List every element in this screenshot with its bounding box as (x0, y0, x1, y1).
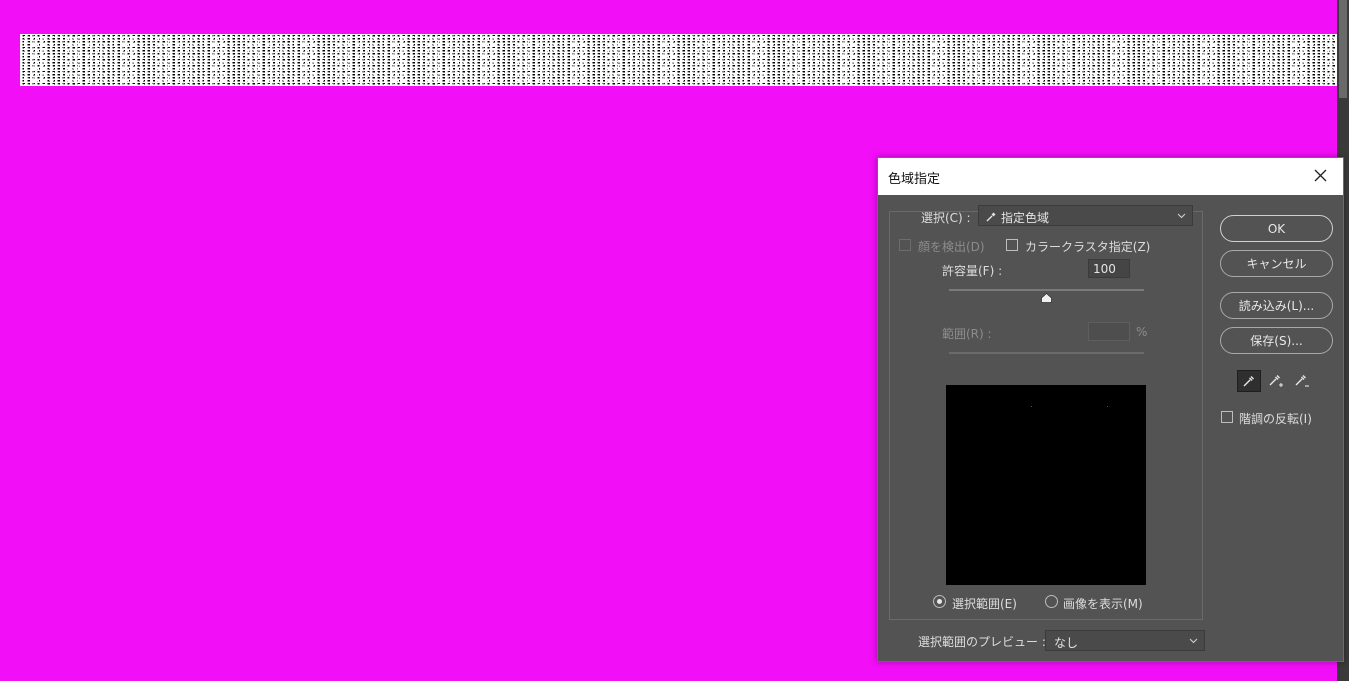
close-icon (1314, 169, 1327, 182)
image-radio-label: 画像を表示(M) (1063, 597, 1143, 611)
fuzziness-input[interactable]: 100 (1088, 259, 1130, 278)
selection-preview-dropdown[interactable]: なし (1045, 630, 1205, 651)
dialog-titlebar[interactable]: 色域指定 (878, 158, 1343, 195)
detect-faces-label: 顔を検出(D) (918, 240, 985, 254)
preview-speck (1031, 406, 1032, 407)
selection-preview-label: 選択範囲のプレビュー : (918, 635, 1046, 649)
invert-checkbox[interactable] (1221, 411, 1233, 423)
eyedropper-minus-icon (1295, 375, 1309, 387)
eyedropper-icon (986, 212, 996, 222)
selection-preview-value: なし (1054, 636, 1079, 650)
localized-clusters-checkbox[interactable] (1006, 239, 1018, 251)
select-value: 指定色域 (1001, 211, 1050, 225)
dialog-title: 色域指定 (888, 172, 941, 187)
eyedropper-icon (1243, 376, 1254, 387)
selection-radio-label: 選択範囲(E) (952, 597, 1017, 611)
noise-image-strip (20, 34, 1337, 86)
eyedropper-plus-icon (1269, 375, 1283, 387)
selection-radio[interactable] (933, 595, 946, 608)
fuzziness-slider-thumb[interactable] (1041, 293, 1052, 303)
eyedropper-tool[interactable] (1237, 370, 1261, 392)
image-radio[interactable] (1045, 595, 1058, 608)
ok-button[interactable]: OK (1220, 215, 1333, 242)
scrollbar-thumb[interactable] (1339, 0, 1347, 98)
selection-preview[interactable] (946, 385, 1146, 585)
fuzziness-slider[interactable] (949, 289, 1144, 291)
range-unit: % (1136, 325, 1148, 339)
cancel-button[interactable]: キャンセル (1220, 250, 1333, 277)
select-dropdown[interactable]: 指定色域 (978, 205, 1193, 226)
close-button[interactable] (1299, 158, 1343, 195)
color-range-dialog: 色域指定 選択(C) : 指定色域 顔を検出(D) カラークラスタ指定(Z) 許… (877, 157, 1344, 662)
select-label: 選択(C) : (921, 211, 971, 225)
fuzziness-label: 許容量(F) : (942, 264, 1003, 278)
preview-speck (1107, 406, 1108, 407)
localized-clusters-label: カラークラスタ指定(Z) (1025, 240, 1151, 254)
detect-faces-checkbox[interactable] (899, 239, 911, 251)
range-input[interactable] (1088, 322, 1130, 341)
load-button[interactable]: 読み込み(L)... (1220, 292, 1333, 319)
save-button[interactable]: 保存(S)... (1220, 327, 1333, 354)
subtract-from-sample-tool[interactable] (1290, 370, 1314, 392)
invert-label: 階調の反転(I) (1239, 412, 1312, 426)
add-to-sample-tool[interactable] (1264, 370, 1288, 392)
range-label: 範囲(R) : (942, 327, 992, 341)
chevron-down-icon (1189, 638, 1198, 644)
range-slider[interactable] (949, 352, 1144, 354)
chevron-down-icon (1177, 213, 1186, 219)
